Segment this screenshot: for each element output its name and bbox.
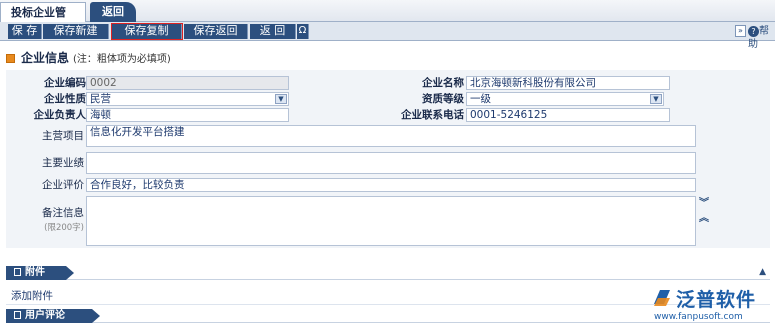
company-evaluation-label: 企业评价 <box>42 179 84 191</box>
company-leader-label: 企业负责人 <box>33 109 87 121</box>
comments-title: 用户评论 <box>25 310 65 321</box>
company-phone-label: 企业联系电话 <box>401 109 464 121</box>
document-icon <box>14 268 21 276</box>
company-info-form: 企业编码 0002 企业名称 北京海顿新科股份有限公司 企业性质 民营 ▼ 资质… <box>6 70 770 248</box>
qualification-grade-select[interactable]: 一级 ▼ <box>466 92 664 106</box>
section-header-company-info[interactable]: 企业信息 (注：粗体项为必填项) <box>6 47 171 69</box>
chevron-up-icon[interactable]: ▲ <box>759 267 766 277</box>
document-icon <box>14 311 21 319</box>
main-performance-field[interactable] <box>86 152 696 174</box>
save-new-button[interactable]: 保存新建 <box>43 24 109 39</box>
company-name-field[interactable]: 北京海顿新科股份有限公司 <box>466 76 670 90</box>
tab-return[interactable]: 返回 <box>90 2 136 22</box>
qualification-grade-label: 资质等级 <box>422 93 464 105</box>
company-leader-field[interactable]: 海顿 <box>86 108 289 122</box>
company-nature-value: 民营 <box>90 93 111 105</box>
chevron-down-icon[interactable]: ▼ <box>650 94 662 104</box>
comments-ribbon: 用户评论 <box>6 309 100 323</box>
omega-button[interactable]: Ω <box>297 24 309 39</box>
remark-textarea[interactable] <box>86 196 696 246</box>
company-nature-label: 企业性质 <box>44 93 86 105</box>
main-project-label: 主营项目 <box>42 130 84 142</box>
fanpusoft-logo: 泛普软件 www.fanpusoft.com <box>650 285 775 334</box>
help-link[interactable]: ? 帮助 <box>748 25 775 50</box>
company-code-label: 企业编码 <box>44 77 86 89</box>
save-return-button[interactable]: 保存返回 <box>184 24 248 39</box>
remark-label: 备注信息 <box>42 207 84 219</box>
save-copy-button[interactable]: 保存复制 <box>111 23 183 40</box>
collapse-up-icon[interactable]: ︽ <box>699 209 709 224</box>
save-button[interactable]: 保 存 <box>8 24 42 39</box>
toolbar: 保 存 保存新建 保存复制 保存返回 返 回 Ω » ? 帮助 <box>0 22 775 50</box>
remark-limit-note: (限200字) <box>44 223 84 233</box>
back-button[interactable]: 返 回 <box>250 24 296 39</box>
expand-down-icon[interactable]: ︾ <box>699 194 709 209</box>
brand-url: www.fanpusoft.com <box>654 312 743 322</box>
main-project-field[interactable]: 信息化开发平台搭建 <box>86 125 696 147</box>
toolbar-nav-icon[interactable]: » <box>735 25 746 37</box>
attachments-title: 附件 <box>25 267 45 278</box>
company-name-label: 企业名称 <box>422 77 464 89</box>
tab-bid-company-management[interactable]: 投标企业管理 <box>0 2 86 38</box>
company-phone-field[interactable]: 0001-5246125 <box>466 108 670 122</box>
company-evaluation-field[interactable]: 合作良好，比较负责 <box>86 178 696 192</box>
company-code-field[interactable]: 0002 <box>86 76 289 90</box>
fanpusoft-logo-icon <box>654 290 670 306</box>
main-performance-label: 主要业绩 <box>42 157 84 169</box>
attachments-ribbon: 附件 <box>6 266 74 280</box>
tab-strip: 投标企业管理 返回 <box>0 0 775 38</box>
required-note: (注：粗体项为必填项) <box>73 54 171 65</box>
qualification-grade-value: 一级 <box>470 93 491 105</box>
chevron-down-icon[interactable]: ▼ <box>275 94 287 104</box>
company-nature-select[interactable]: 民营 ▼ <box>86 92 289 106</box>
collapse-icon[interactable] <box>6 54 15 63</box>
attachments-bar[interactable]: 附件 ▲ <box>6 266 770 280</box>
help-icon: ? <box>748 26 759 37</box>
section-title: 企业信息 <box>21 51 70 65</box>
brand-name: 泛普软件 <box>676 289 757 311</box>
